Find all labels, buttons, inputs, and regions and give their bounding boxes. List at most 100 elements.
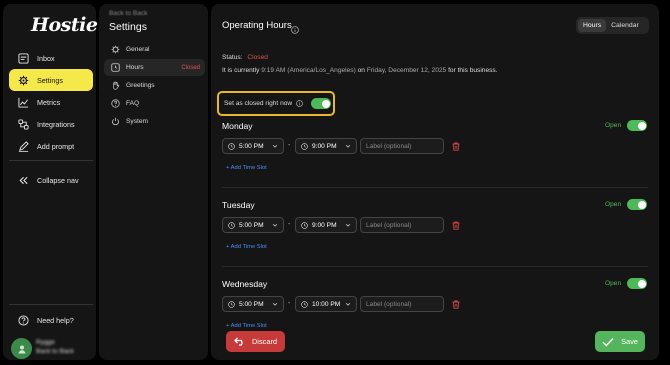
end-time-select[interactable]: 9:00 PM bbox=[295, 217, 357, 233]
day-status: Open bbox=[605, 122, 622, 129]
subnav-item-general[interactable]: General bbox=[104, 41, 205, 58]
view-tabs: Hours Calendar bbox=[576, 17, 649, 34]
sidebar-item-add-prompt[interactable]: Add prompt bbox=[9, 135, 93, 157]
day-status: Open bbox=[605, 280, 622, 287]
need-help-label: Need help? bbox=[37, 315, 74, 325]
end-time-select[interactable]: 10:00 PM bbox=[295, 296, 357, 312]
trash-icon[interactable] bbox=[452, 142, 460, 151]
closed-now-control: Set as closed right now bbox=[217, 91, 335, 116]
chevron-down-icon bbox=[345, 143, 351, 149]
day-open-toggle[interactable] bbox=[627, 278, 647, 289]
trash-icon[interactable] bbox=[452, 300, 460, 309]
discard-button[interactable]: Discard bbox=[226, 331, 285, 352]
undo-icon bbox=[234, 337, 246, 346]
slot-label-input[interactable] bbox=[360, 217, 444, 233]
end-time-value: 10:00 PM bbox=[312, 300, 341, 308]
subnav-item-faq[interactable]: FAQ bbox=[104, 95, 205, 112]
back-link[interactable]: Back to Back bbox=[109, 10, 147, 17]
status-badge: Closed bbox=[181, 64, 200, 71]
end-time-select[interactable]: 9:00 PM bbox=[295, 138, 357, 154]
chevron-down-icon bbox=[272, 301, 278, 307]
subnav-item-label: System bbox=[126, 118, 148, 125]
clock-icon bbox=[228, 300, 235, 308]
day-title-wednesday: Wednesday bbox=[222, 279, 268, 289]
day-title-monday: Monday bbox=[222, 121, 253, 131]
day-status: Open bbox=[605, 201, 622, 208]
help-circle-icon bbox=[12, 314, 34, 326]
current-date: Friday, December 12, 2025 bbox=[366, 67, 447, 74]
help-circle-icon bbox=[107, 99, 124, 108]
sidebar-item-label: Inbox bbox=[37, 53, 55, 63]
sidebar-item-label: Integrations bbox=[37, 119, 75, 129]
slot-label-input[interactable] bbox=[360, 296, 444, 312]
main-sidebar: Hostie Inbox Settings Metrics Integratio… bbox=[3, 4, 98, 360]
end-time-value: 9:00 PM bbox=[312, 142, 337, 150]
sidebar-item-metrics[interactable]: Metrics bbox=[9, 91, 93, 113]
start-time-value: 5:00 PM bbox=[239, 300, 264, 308]
app-logo: Hostie bbox=[31, 14, 98, 36]
clock-icon bbox=[107, 63, 124, 72]
day-open-toggle[interactable] bbox=[627, 199, 647, 210]
add-time-slot-link[interactable]: + Add Time Slot bbox=[226, 165, 267, 171]
sidebar-divider bbox=[9, 160, 93, 161]
subnav-title: Settings bbox=[109, 21, 147, 33]
current-time: 9:19 AM (America/Los_Angeles) bbox=[261, 67, 356, 74]
sidebar-item-label: Add prompt bbox=[37, 141, 75, 151]
end-time-value: 9:00 PM bbox=[312, 221, 337, 229]
sidebar-item-inbox[interactable]: Inbox bbox=[9, 47, 93, 69]
check-icon bbox=[602, 337, 614, 347]
on-word: on bbox=[357, 67, 365, 74]
discard-label: Discard bbox=[251, 337, 278, 346]
start-time-select[interactable]: 5:00 PM bbox=[222, 138, 284, 154]
time-separator: - bbox=[288, 142, 291, 149]
subnav-item-label: Hours bbox=[126, 64, 144, 71]
add-time-slot-link[interactable]: + Add Time Slot bbox=[226, 244, 267, 250]
collapse-nav-label: Collapse nav bbox=[37, 175, 79, 185]
pencil-icon bbox=[12, 140, 34, 152]
integrations-icon bbox=[12, 118, 34, 130]
subnav-item-system[interactable]: System bbox=[104, 113, 205, 130]
sidebar-item-settings[interactable]: Settings bbox=[9, 69, 93, 91]
need-help-button[interactable]: Need help? bbox=[9, 309, 93, 331]
currently-prefix: It is currently bbox=[222, 67, 260, 74]
info-icon[interactable] bbox=[291, 21, 299, 39]
chevrons-left-icon bbox=[12, 175, 34, 186]
gear-icon bbox=[107, 45, 124, 54]
info-icon[interactable] bbox=[296, 100, 304, 107]
time-separator: - bbox=[288, 300, 291, 307]
gear-icon bbox=[12, 75, 34, 86]
user-info: Rygge Back to Back bbox=[36, 338, 74, 356]
sidebar-item-integrations[interactable]: Integrations bbox=[9, 113, 93, 135]
slot-label-input[interactable] bbox=[360, 138, 444, 154]
avatar[interactable] bbox=[11, 338, 32, 359]
subnav-item-label: FAQ bbox=[126, 100, 140, 107]
day-open-toggle[interactable] bbox=[627, 120, 647, 131]
clock-icon bbox=[301, 221, 308, 229]
sidebar-item-label: Metrics bbox=[37, 97, 61, 107]
subnav-item-hours[interactable]: Hours Closed bbox=[104, 59, 205, 76]
tab-hours[interactable]: Hours bbox=[578, 19, 607, 32]
collapse-nav-button[interactable]: Collapse nav bbox=[9, 169, 93, 191]
add-time-slot-link[interactable]: + Add Time Slot bbox=[226, 323, 267, 329]
start-time-value: 5:00 PM bbox=[239, 142, 264, 150]
status-value: Closed bbox=[247, 54, 268, 61]
trash-icon[interactable] bbox=[452, 221, 460, 230]
start-time-select[interactable]: 5:00 PM bbox=[222, 296, 284, 312]
start-time-select[interactable]: 5:00 PM bbox=[222, 217, 284, 233]
hand-icon bbox=[107, 81, 124, 90]
save-button[interactable]: Save bbox=[595, 331, 645, 352]
currently-suffix: for this business. bbox=[448, 67, 498, 74]
day-title-tuesday: Tuesday bbox=[222, 200, 255, 210]
user-name: Rygge bbox=[36, 339, 55, 346]
clock-icon bbox=[301, 142, 308, 150]
closed-now-toggle[interactable] bbox=[311, 98, 332, 109]
chevron-down-icon bbox=[272, 222, 278, 228]
closed-now-label: Set as closed right now bbox=[224, 100, 293, 107]
day-divider bbox=[222, 187, 648, 188]
subnav-item-greetings[interactable]: Greetings bbox=[104, 77, 205, 94]
chevron-down-icon bbox=[345, 222, 351, 228]
chevron-down-icon bbox=[345, 301, 351, 307]
inbox-icon bbox=[12, 52, 34, 64]
tab-calendar[interactable]: Calendar bbox=[606, 19, 644, 32]
subnav-item-label: Greetings bbox=[126, 82, 155, 89]
